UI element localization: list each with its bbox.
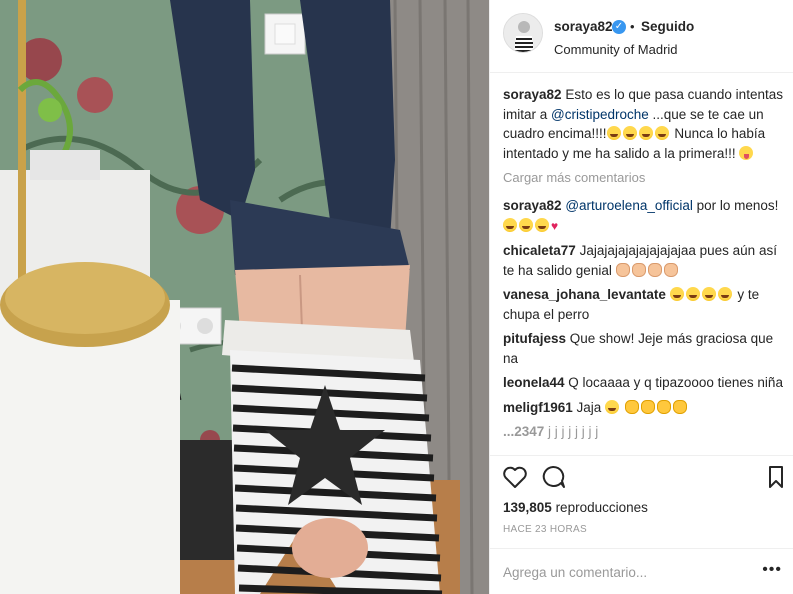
video-frame	[0, 0, 489, 594]
comment-username[interactable]: soraya82	[503, 198, 562, 213]
avatar-image	[504, 14, 542, 52]
clap-emoji-icon	[647, 262, 662, 277]
view-count[interactable]: 139,805 reproducciones	[503, 500, 648, 515]
laughing-emoji-icon	[701, 287, 716, 301]
caption-mention[interactable]: @cristipedroche	[551, 107, 649, 122]
follow-status-button[interactable]: Seguido	[641, 19, 694, 34]
clap-emoji-icon	[640, 399, 655, 414]
comment-item: soraya82 @arturoelena_official por lo me…	[503, 196, 783, 236]
comment-text: Jaja	[572, 399, 606, 415]
laughing-emoji-icon	[622, 126, 637, 140]
laughing-emoji-icon	[654, 126, 669, 140]
comment-username[interactable]: leonela44	[503, 375, 565, 390]
verified-badge-icon: ✓	[612, 20, 626, 34]
load-more-comments-link[interactable]: Cargar más comentarios	[503, 168, 783, 188]
laughing-emoji-icon	[535, 217, 549, 232]
caption: soraya82 Esto es lo que pasa cuando inte…	[503, 85, 783, 163]
clap-emoji-icon	[656, 399, 671, 414]
comment-username[interactable]: pitufajess	[503, 331, 566, 346]
bookmark-icon[interactable]	[766, 465, 793, 493]
comment-item: pitufajess Que show! Jeje más graciosa q…	[503, 329, 783, 368]
comment-text: por lo menos!	[692, 198, 779, 213]
laughing-emoji-icon	[669, 287, 684, 301]
laughing-emoji-icon	[605, 399, 620, 414]
comment-item: leonela44 Q locaaaa y q tipazoooo tienes…	[503, 373, 783, 393]
heart-emoji-icon: ♥	[551, 218, 559, 233]
clap-emoji-icon	[615, 262, 630, 277]
post-sidebar: soraya82 ✓ • Seguido Community of Madrid…	[489, 0, 793, 594]
laughing-emoji-icon	[519, 217, 533, 232]
comment-text: Q locaaaa y q tipazoooo tienes niña	[564, 375, 783, 390]
comment-username[interactable]: vanesa_johana_levantate	[503, 287, 666, 302]
heart-outline-icon[interactable]	[502, 465, 530, 493]
view-count-label: reproducciones	[551, 500, 648, 515]
laughing-emoji-icon	[685, 287, 700, 301]
header-separator: •	[630, 19, 635, 34]
avatar[interactable]	[503, 13, 543, 53]
comment-username[interactable]: ...2347	[503, 424, 544, 439]
post-header: soraya82 ✓ • Seguido Community of Madrid	[490, 0, 793, 73]
post-author-username[interactable]: soraya82	[554, 19, 613, 34]
post-timestamp[interactable]: HACE 23 HORAS	[503, 524, 587, 535]
comment-item: vanesa_johana_levantate y te chupa el pe…	[503, 285, 783, 324]
comments-list[interactable]: soraya82 Esto es lo que pasa cuando inte…	[503, 85, 783, 457]
more-options-icon[interactable]: •••	[762, 562, 782, 578]
clap-emoji-icon	[663, 262, 678, 277]
clap-emoji-icon	[631, 262, 646, 277]
laughing-emoji-icon	[717, 287, 732, 301]
post-location[interactable]: Community of Madrid	[554, 42, 678, 57]
speech-bubble-icon[interactable]	[540, 465, 568, 493]
comment-item-partial: ...2347 j j j j j j j j	[503, 422, 783, 442]
comment-item: meligf1961 Jaja	[503, 398, 783, 418]
comment-composer: •••	[490, 548, 793, 594]
comment-username[interactable]: chicaleta77	[503, 243, 576, 258]
comment-text: j j j j j j j j	[544, 424, 599, 439]
comment-input[interactable]	[503, 561, 753, 583]
caption-username[interactable]: soraya82	[503, 87, 562, 102]
clap-emoji-icon	[624, 399, 639, 414]
comment-username[interactable]: meligf1961	[503, 400, 573, 415]
view-count-number: 139,805	[503, 500, 552, 515]
laughing-emoji-icon	[606, 126, 621, 140]
clap-emoji-icon	[672, 399, 687, 414]
post-video[interactable]	[0, 0, 489, 594]
comment-item: chicaleta77 Jajajajajajajajajajaa pues a…	[503, 241, 783, 280]
laughing-emoji-icon	[503, 217, 517, 232]
laughing-emoji-icon	[638, 126, 653, 140]
comment-mention[interactable]: @arturoelena_official	[565, 198, 693, 213]
tongue-emoji-icon	[739, 145, 754, 160]
